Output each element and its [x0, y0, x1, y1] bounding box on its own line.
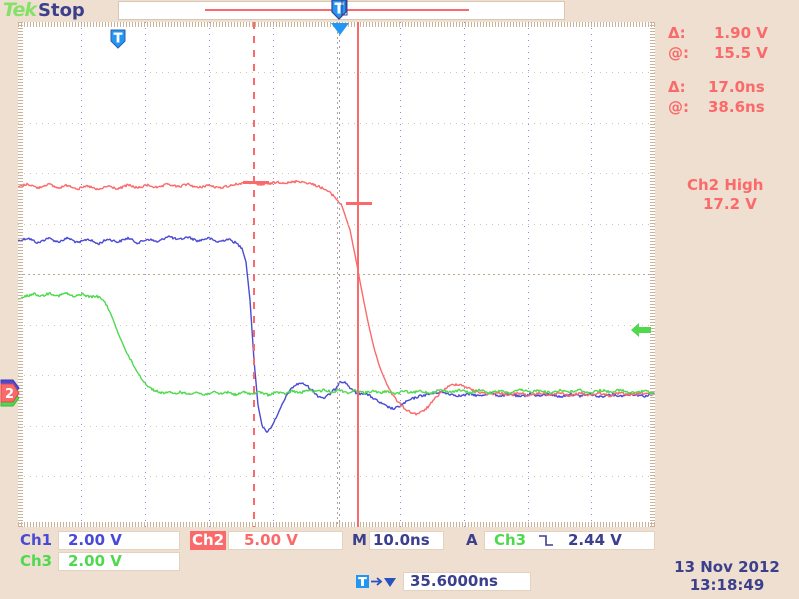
trigger-level[interactable]: 2.44 V: [568, 531, 622, 550]
trigger-arrow-icon: [330, 22, 350, 36]
trace-ch2: [18, 179, 655, 416]
horizontal-cursor-2[interactable]: [346, 202, 372, 205]
grid-line-h8: [18, 426, 655, 427]
ch2-level-marker[interactable]: 2: [0, 382, 20, 404]
delta-voltage-value: 1.90 V: [714, 24, 768, 42]
trigger-source[interactable]: Ch3: [494, 531, 526, 550]
acquisition-status[interactable]: Stop: [38, 0, 85, 21]
falling-edge-icon: [538, 534, 554, 547]
trace-ch1: [18, 235, 655, 433]
at-time-value: 38.6ns: [708, 98, 765, 116]
measurement-value: 17.2 V: [703, 195, 757, 213]
grid-line-h2: [18, 123, 655, 124]
ch1-reference-marker[interactable]: [109, 29, 127, 50]
oscilloscope-screen: Tek Stop 2 Δ: 1.90 V @: 15.5 V Δ: 17.0ns…: [0, 0, 799, 599]
delta-time-value: 17.0ns: [708, 78, 765, 96]
grid-center-horizontal: [18, 274, 655, 275]
trigger-position-top-marker[interactable]: [329, 0, 349, 21]
horizontal-cursor-1[interactable]: [243, 181, 269, 184]
trigger-prefix: A: [466, 531, 478, 549]
vertical-cursor-2[interactable]: [357, 22, 359, 527]
trigger-level-marker[interactable]: [630, 320, 652, 340]
trigger-position-icon: [356, 574, 400, 590]
waveform-graticule[interactable]: [18, 22, 655, 527]
grid-line-h3: [18, 173, 655, 174]
vertical-cursor-1[interactable]: [253, 22, 255, 527]
grid-line-h7: [18, 375, 655, 376]
ch2-scale-value[interactable]: 5.00 V: [244, 531, 298, 550]
trace-ch3: [18, 291, 655, 397]
ch3-label[interactable]: Ch3: [20, 552, 52, 571]
at-voltage-value: 15.5 V: [714, 44, 768, 62]
svg-text:2: 2: [5, 387, 14, 402]
date-label: 13 Nov 2012: [674, 558, 780, 576]
delta-time-label: Δ:: [668, 78, 686, 96]
ch2-label[interactable]: Ch2: [190, 531, 227, 550]
grid-line-h6: [18, 325, 655, 326]
measurement-label: Ch2 High: [687, 176, 764, 194]
at-voltage-label: @:: [668, 44, 689, 62]
top-status-bar: Tek Stop: [0, 0, 799, 22]
tek-logo: Tek: [3, 0, 37, 21]
ch1-scale-value[interactable]: 2.00 V: [68, 531, 122, 550]
time-label: 13:18:49: [689, 576, 765, 594]
trigger-position-value[interactable]: 35.6000ns: [410, 572, 498, 591]
ch1-label[interactable]: Ch1: [20, 531, 52, 550]
at-time-label: @:: [668, 98, 689, 116]
timebase-prefix: M: [352, 531, 367, 549]
grid-line-h9: [18, 476, 655, 477]
ch3-scale-value[interactable]: 2.00 V: [68, 552, 122, 571]
grid-line-h1: [18, 72, 655, 73]
grid-line-h4: [18, 224, 655, 225]
trigger-position-line: [339, 22, 340, 527]
timebase-value[interactable]: 10.0ns: [373, 531, 430, 550]
delta-voltage-label: Δ:: [668, 24, 686, 42]
